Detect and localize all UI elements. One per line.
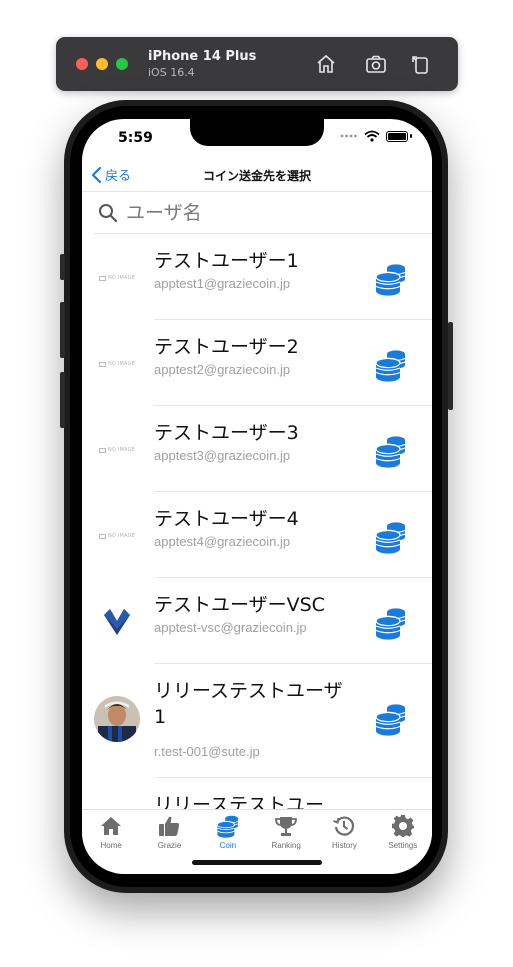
user-email: apptest2@graziecoin.jp	[154, 362, 291, 377]
image-icon	[98, 361, 106, 367]
user-email: apptest4@graziecoin.jp	[154, 534, 291, 549]
no-image-placeholder: NO IMAGE	[94, 341, 140, 387]
vsc-logo-avatar	[94, 599, 140, 645]
home-indicator	[192, 860, 322, 865]
user-name: テストユーザー1	[154, 250, 299, 272]
user-name: リリーステストユーザ1	[154, 680, 343, 728]
image-icon	[98, 275, 106, 281]
notch	[190, 119, 324, 146]
home-icon	[101, 817, 122, 835]
no-image-placeholder: NO IMAGE	[94, 427, 140, 473]
tab-history[interactable]: History	[315, 810, 373, 856]
power-button	[448, 322, 453, 410]
thumbs-up-icon	[159, 816, 180, 836]
no-image-label: NO IMAGE	[107, 275, 136, 281]
tab-grazie[interactable]: Grazie	[140, 810, 198, 856]
coins-icon	[375, 264, 406, 296]
tab-home[interactable]: Home	[82, 810, 140, 856]
zoom-window-button[interactable]	[116, 58, 128, 70]
tab-label: Settings	[388, 841, 418, 850]
history-icon	[333, 816, 355, 836]
user-name: テストユーザー3	[154, 422, 299, 444]
screenshot-icon[interactable]	[364, 52, 388, 76]
user-email: apptest-vsc@graziecoin.jp	[154, 620, 307, 635]
send-coin-button[interactable]	[374, 434, 408, 468]
user-row[interactable]: NO IMAGE テストユーザー1 apptest1@graziecoin.jp	[82, 234, 432, 320]
no-image-placeholder: NO IMAGE	[94, 513, 140, 559]
battery-cap	[410, 134, 412, 138]
send-coin-button[interactable]	[374, 606, 408, 640]
status-time: 5:59	[118, 130, 153, 146]
app-screen: 5:59 戻る コイン送金先を選択 ユーザ名 NO IMAGE テストユーザー1…	[82, 119, 432, 874]
minimize-window-button[interactable]	[96, 58, 108, 70]
send-coin-button[interactable]	[374, 702, 408, 736]
device-name: iPhone 14 Plus	[148, 49, 257, 64]
os-version: iOS 16.4	[148, 66, 195, 79]
simulator-toolbar: iPhone 14 Plus iOS 16.4	[56, 37, 458, 91]
user-photo	[94, 696, 140, 742]
trophy-icon	[275, 817, 298, 836]
no-image-label: NO IMAGE	[107, 533, 136, 539]
search-icon	[99, 204, 118, 223]
send-coin-button[interactable]	[374, 348, 408, 382]
tab-label: History	[332, 841, 357, 850]
user-photo-avatar	[94, 696, 140, 742]
volume-up-button	[60, 302, 65, 358]
battery-icon	[386, 130, 408, 142]
tab-bar: Home Grazie Coin Ranking History Setting…	[82, 809, 432, 856]
user-list: NO IMAGE テストユーザー1 apptest1@graziecoin.jp…	[82, 234, 432, 814]
tab-settings[interactable]: Settings	[374, 810, 432, 856]
tab-label: Grazie	[157, 841, 182, 850]
user-row[interactable]: NO IMAGE テストユーザー3 apptest3@graziecoin.jp	[82, 406, 432, 492]
coins-icon	[375, 704, 406, 736]
user-name: テストユーザー4	[154, 508, 299, 530]
image-icon	[98, 533, 106, 539]
coins-icon	[375, 608, 406, 640]
user-name: テストユーザー2	[154, 336, 299, 358]
rotate-icon[interactable]	[408, 52, 432, 76]
no-image-label: NO IMAGE	[107, 447, 136, 453]
coins-icon	[216, 815, 238, 838]
user-name: テストユーザーVSC	[154, 594, 325, 616]
send-coin-button[interactable]	[374, 520, 408, 554]
no-image-label: NO IMAGE	[107, 361, 136, 367]
search-bar	[94, 193, 432, 234]
user-email: r.test-001@sute.jp	[154, 744, 260, 759]
coins-icon	[375, 350, 406, 382]
coins-icon	[375, 522, 406, 554]
user-row[interactable]: テストユーザーVSC apptest-vsc@graziecoin.jp	[82, 578, 432, 664]
no-image-placeholder: NO IMAGE	[94, 255, 140, 301]
page-title: コイン送金先を選択	[202, 169, 311, 183]
mute-switch	[60, 254, 65, 280]
signal-icon	[340, 134, 357, 138]
gear-icon	[391, 815, 414, 837]
home-icon[interactable]	[314, 52, 338, 76]
send-coin-button[interactable]	[374, 262, 408, 296]
wifi-icon	[364, 130, 380, 142]
navigation-bar: 戻る コイン送金先を選択	[82, 161, 432, 192]
user-row[interactable]: NO IMAGE テストユーザー4 apptest4@graziecoin.jp	[82, 492, 432, 578]
user-row[interactable]: NO IMAGE テストユーザー2 apptest2@graziecoin.jp	[82, 320, 432, 406]
user-email: apptest3@graziecoin.jp	[154, 448, 291, 463]
tab-coin[interactable]: Coin	[199, 810, 257, 856]
close-window-button[interactable]	[76, 58, 88, 70]
user-row[interactable]: リリーステストユーザ1 r.test-001@sute.jp	[82, 664, 432, 778]
vsc-logo-icon	[104, 609, 130, 635]
tab-ranking[interactable]: Ranking	[257, 810, 315, 856]
image-icon	[98, 447, 106, 453]
user-email: apptest1@graziecoin.jp	[154, 276, 291, 291]
search-input[interactable]	[126, 202, 406, 224]
tab-label: Home	[100, 841, 122, 850]
volume-down-button	[60, 372, 65, 428]
tab-label: Coin	[219, 841, 237, 850]
coins-icon	[375, 436, 406, 468]
tab-label: Ranking	[271, 841, 301, 850]
status-icons	[340, 130, 412, 142]
